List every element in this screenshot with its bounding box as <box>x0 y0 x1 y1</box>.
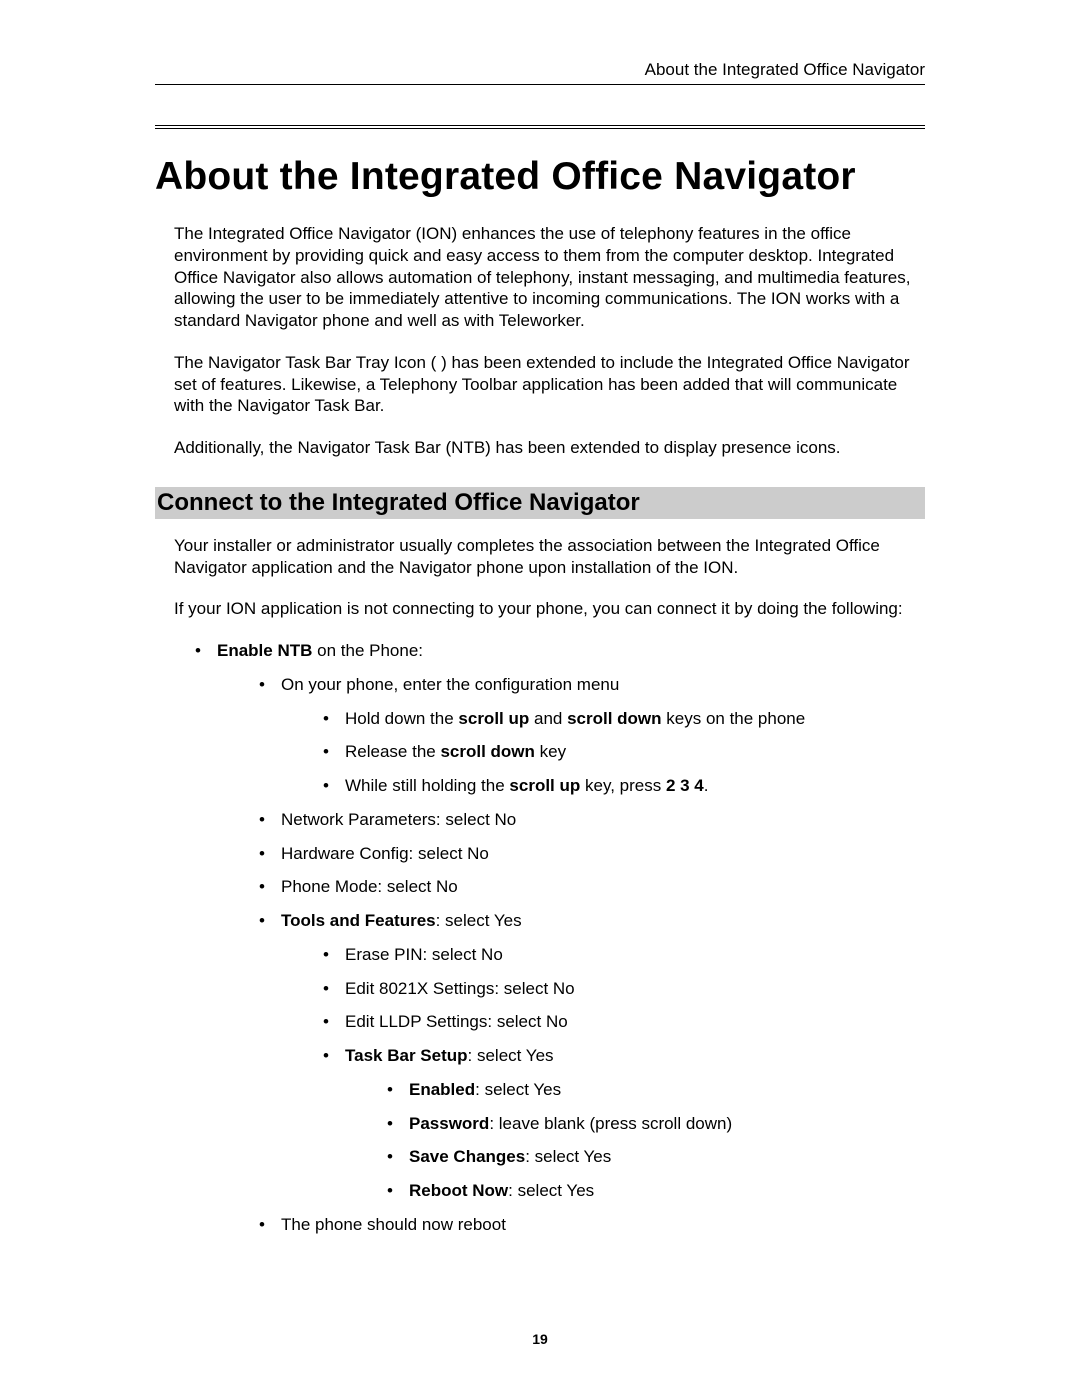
section-heading: Connect to the Integrated Office Navigat… <box>155 487 925 519</box>
text: Hold down the <box>345 709 458 728</box>
bold-text: Reboot Now <box>409 1181 508 1200</box>
intro-paragraph-3: Additionally, the Navigator Task Bar (NT… <box>155 437 925 459</box>
text: on the Phone: <box>312 641 423 660</box>
double-rule <box>155 125 925 129</box>
list-item: Enable NTB on the Phone: On your phone, … <box>195 640 925 1236</box>
list-item: Reboot Now: select Yes <box>387 1180 925 1202</box>
intro-paragraph-1: The Integrated Office Navigator (ION) en… <box>155 223 925 332</box>
list-item: Phone Mode: select No <box>259 876 925 898</box>
bold-text: Enable NTB <box>217 641 312 660</box>
intro-paragraph-2: The Navigator Task Bar Tray Icon ( ) has… <box>155 352 925 417</box>
list-item: Erase PIN: select No <box>323 944 925 966</box>
list-item: Hold down the scroll up and scroll down … <box>323 708 925 730</box>
text: On your phone, enter the configuration m… <box>281 675 619 694</box>
bold-text: Task Bar Setup <box>345 1046 468 1065</box>
text: key <box>535 742 566 761</box>
section-paragraph-1: Your installer or administrator usually … <box>155 535 925 579</box>
page-title: About the Integrated Office Navigator <box>155 155 925 199</box>
list-item: Save Changes: select Yes <box>387 1146 925 1168</box>
bold-text: Tools and Features <box>281 911 436 930</box>
bold-text: Password <box>409 1114 489 1133</box>
document-page: About the Integrated Office Navigator Ab… <box>0 0 1080 1397</box>
bold-text: Save Changes <box>409 1147 525 1166</box>
section-paragraph-2: If your ION application is not connectin… <box>155 598 925 620</box>
list-item: Task Bar Setup: select Yes Enabled: sele… <box>323 1045 925 1202</box>
text: keys on the phone <box>662 709 806 728</box>
bold-text: Enabled <box>409 1080 475 1099</box>
text: key, press <box>580 776 666 795</box>
list-item: Password: leave blank (press scroll down… <box>387 1113 925 1135</box>
list-item: Network Parameters: select No <box>259 809 925 831</box>
text: While still holding the <box>345 776 509 795</box>
list-item: Enabled: select Yes <box>387 1079 925 1101</box>
text: : select Yes <box>468 1046 554 1065</box>
page-header: About the Integrated Office Navigator <box>155 60 925 85</box>
list-item: Release the scroll down key <box>323 741 925 763</box>
text: : select Yes <box>508 1181 594 1200</box>
bold-text: 2 3 4 <box>666 776 704 795</box>
text: . <box>704 776 709 795</box>
list-item: On your phone, enter the configuration m… <box>259 674 925 797</box>
text: : select Yes <box>475 1080 561 1099</box>
bold-text: scroll down <box>567 709 661 728</box>
list-item: Edit 8021X Settings: select No <box>323 978 925 1000</box>
list-item: Hardware Config: select No <box>259 843 925 865</box>
bold-text: scroll up <box>509 776 580 795</box>
running-title: About the Integrated Office Navigator <box>645 60 925 79</box>
text: : select Yes <box>436 911 522 930</box>
text: : leave blank (press scroll down) <box>489 1114 732 1133</box>
bold-text: scroll up <box>458 709 529 728</box>
list-item: Tools and Features: select Yes Erase PIN… <box>259 910 925 1202</box>
text: and <box>529 709 567 728</box>
bullet-list: Enable NTB on the Phone: On your phone, … <box>155 640 925 1236</box>
text: Release the <box>345 742 440 761</box>
list-item: Edit LLDP Settings: select No <box>323 1011 925 1033</box>
page-number: 19 <box>0 1331 1080 1347</box>
list-item: While still holding the scroll up key, p… <box>323 775 925 797</box>
bold-text: scroll down <box>440 742 534 761</box>
list-item: The phone should now reboot <box>259 1214 925 1236</box>
text: : select Yes <box>525 1147 611 1166</box>
